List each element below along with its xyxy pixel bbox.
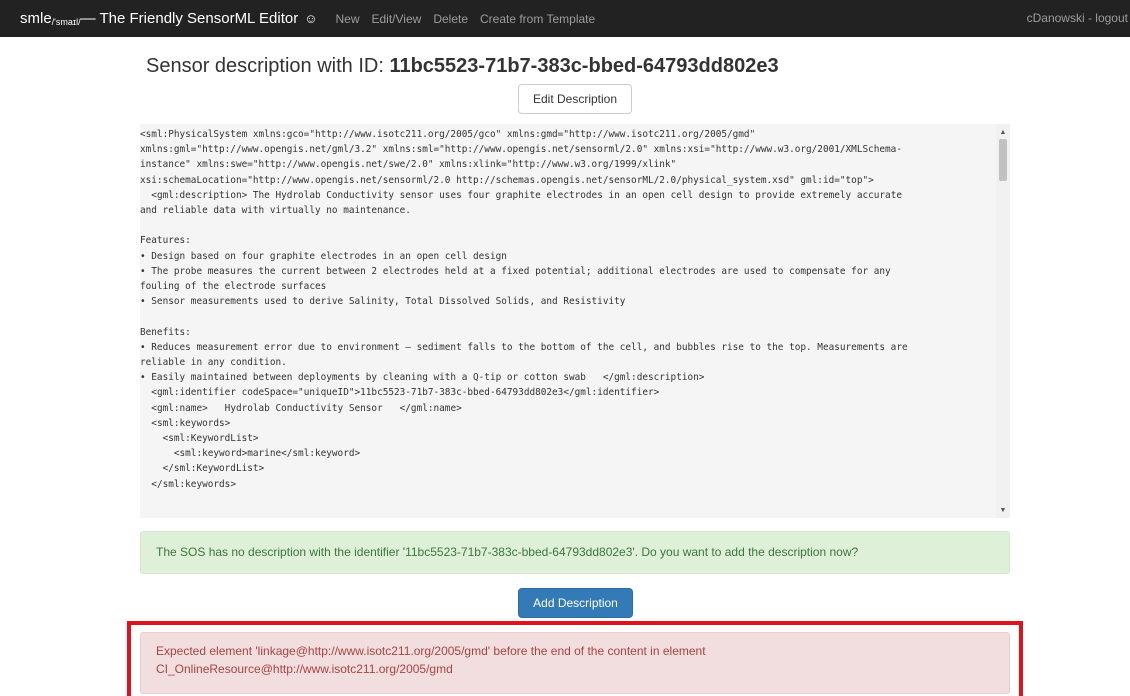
error-line-1: Expected element 'linkage@http://www.iso… [156, 644, 706, 658]
nav-link-edit-view[interactable]: Edit/View [372, 12, 422, 26]
xml-content: <sml:PhysicalSystem xmlns:gco="http://ww… [140, 129, 908, 490]
edit-description-button[interactable]: Edit Description [518, 84, 632, 114]
top-navbar: smle/'smaɪl/ — The Friendly SensorML Edi… [0, 0, 1130, 37]
nav-link-new[interactable]: New [335, 12, 359, 26]
chevron-up-icon[interactable]: ▲ [996, 126, 1010, 138]
chevron-down-icon[interactable]: ▼ [996, 504, 1010, 516]
user-logout-link[interactable]: cDanowski - logout [1027, 11, 1128, 25]
vertical-scrollbar[interactable]: ▲ ▼ [996, 124, 1010, 518]
brand-title: — The Friendly SensorML Editor [80, 10, 299, 27]
error-alert: Expected element 'linkage@http://www.iso… [140, 632, 1010, 694]
nav-link-create-from-template[interactable]: Create from Template [480, 12, 595, 26]
page-title: Sensor description with ID: 11bc5523-71b… [146, 55, 779, 78]
add-description-button[interactable]: Add Description [518, 588, 633, 618]
scrollbar-thumb[interactable] [999, 139, 1007, 181]
brand-phonetic: /'smaɪl/ [51, 16, 81, 27]
brand[interactable]: smle/'smaɪl/ — The Friendly SensorML Edi… [20, 10, 317, 27]
xml-description-viewer[interactable]: <sml:PhysicalSystem xmlns:gco="http://ww… [140, 124, 1010, 518]
sensor-id: 11bc5523-71b7-383c-bbed-64793dd802e3 [389, 55, 779, 77]
smiley-icon: ☺ [304, 11, 318, 26]
success-alert: The SOS has no description with the iden… [140, 531, 1010, 574]
error-line-2: CI_OnlineResource@http://www.isotc211.or… [156, 662, 453, 676]
nav-link-delete[interactable]: Delete [433, 12, 468, 26]
brand-main: smle [20, 10, 52, 27]
nav-links: New Edit/View Delete Create from Templat… [329, 12, 601, 26]
page-title-prefix: Sensor description with ID: [146, 55, 390, 77]
